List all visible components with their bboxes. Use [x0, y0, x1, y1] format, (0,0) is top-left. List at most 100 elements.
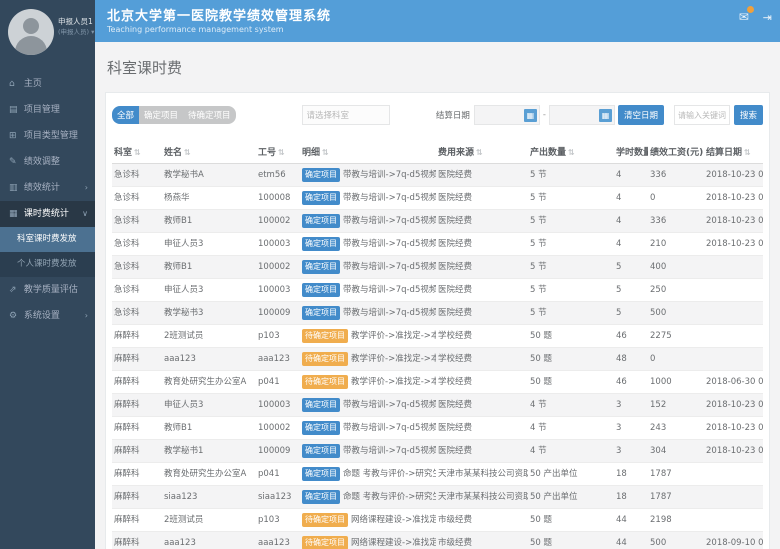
date-range-separator: - [543, 110, 546, 120]
clear-date-button[interactable]: 清空日期 [618, 105, 664, 125]
col-header-date[interactable]: 结算日期⇅ [704, 140, 763, 164]
cell-detail: 待确定项目教学评价->准找定->本科->无接收人 [300, 348, 436, 371]
cell-output: 50 题 [528, 325, 614, 348]
cell-output: 5 节 [528, 233, 614, 256]
date-to-field[interactable]: ▦ [549, 105, 615, 125]
sidebar-subitem-personal-course-fee[interactable]: 个人课时费发放 [0, 252, 95, 277]
col-header-empid[interactable]: 工号⇅ [256, 140, 300, 164]
project-status-badge: 确定项目 [302, 260, 340, 274]
filter-all-button[interactable]: 全部 [112, 106, 139, 124]
col-label: 明细 [302, 148, 320, 158]
cell-source: 医院经费 [436, 279, 528, 302]
cell-dept: 麻醉科 [112, 394, 162, 417]
cell-hours: 4 [614, 164, 648, 187]
cell-output: 50 题 [528, 348, 614, 371]
cell-date: 2018-10-23 00:00:00 [704, 233, 763, 256]
filter-pending-button[interactable]: 待确定项目 [183, 106, 236, 124]
detail-text: 带教与培训->7q-d5视频培训 [343, 239, 436, 249]
user-role-dropdown[interactable]: (申报人员) ▾ [58, 27, 94, 37]
cell-source: 市级经费 [436, 509, 528, 532]
cell-output: 50 产出单位 [528, 463, 614, 486]
project-status-badge: 确定项目 [302, 214, 340, 228]
col-header-hours[interactable]: 学时数量⇅ [614, 140, 648, 164]
sidebar-item-home[interactable]: ⌂ 主页 [0, 71, 95, 97]
department-select-input[interactable] [302, 105, 390, 125]
col-header-name[interactable]: 姓名⇅ [162, 140, 256, 164]
user-profile[interactable]: 申报人员1 (申报人员) ▾ [0, 0, 95, 67]
sidebar-subitem-dept-course-fee[interactable]: 科室课时费发放 [0, 227, 95, 252]
table-row: 麻醉科教学秘书1100009确定项目带教与培训->7q-d5视频培训医院经费4 … [112, 440, 763, 463]
project-status-badge: 确定项目 [302, 283, 340, 297]
cell-dept: 麻醉科 [112, 440, 162, 463]
search-button[interactable]: 搜索 [734, 105, 763, 125]
user-name: 申报人员1 [58, 17, 94, 27]
sidebar-item-label: 项目类型管理 [24, 131, 78, 141]
cell-output: 50 题 [528, 532, 614, 549]
cell-dept: 麻醉科 [112, 417, 162, 440]
sidebar-item-teaching-quality-eval[interactable]: ⇗ 教学质量评估 [0, 277, 95, 303]
col-header-wage[interactable]: 绩效工资(元)⇅ [648, 140, 704, 164]
project-status-badge: 确定项目 [302, 237, 340, 251]
cell-detail: 确定项目带教与培训->7q-d5视频培训 [300, 233, 436, 256]
sidebar-item-system-settings[interactable]: ⚙ 系统设置 › [0, 303, 95, 329]
message-icon[interactable]: ✉ [739, 10, 749, 24]
cell-output: 5 节 [528, 187, 614, 210]
cell-dept: 急诊科 [112, 256, 162, 279]
cell-output: 4 节 [528, 417, 614, 440]
chevron-right-icon: › [85, 175, 88, 201]
cell-wage: 400 [648, 256, 704, 279]
date-from-field[interactable]: ▦ [474, 105, 540, 125]
cell-detail: 待确定项目教学评价->准找定->本科->无接收人 [300, 325, 436, 348]
calendar-icon[interactable]: ▦ [599, 109, 612, 122]
sidebar-item-label: 绩效调整 [24, 157, 60, 167]
sort-icon: ⇅ [568, 148, 575, 157]
col-header-output[interactable]: 产出数量⇅ [528, 140, 614, 164]
filter-confirmed-button[interactable]: 确定项目 [139, 106, 183, 124]
cell-detail: 确定项目带教与培训->7q-d5视频培训 [300, 210, 436, 233]
cell-hours: 3 [614, 417, 648, 440]
cell-wage: 336 [648, 164, 704, 187]
cell-name: 2班测试员 [162, 325, 256, 348]
project-status-badge: 待确定项目 [302, 352, 348, 366]
date-to-input[interactable] [550, 111, 599, 120]
sidebar-item-performance-adjust[interactable]: ✎ 绩效调整 [0, 149, 95, 175]
sidebar-submenu: 科室课时费发放 个人课时费发放 [0, 227, 95, 277]
sidebar-item-project-type-management[interactable]: ⊞ 项目类型管理 [0, 123, 95, 149]
content-panel: 全部 确定项目 待确定项目 结算日期 ▦ - ▦ 清空日期 搜索 [105, 92, 770, 549]
cell-date [704, 348, 763, 371]
cell-empid: p041 [256, 463, 300, 486]
date-from-input[interactable] [475, 111, 524, 120]
calendar-icon[interactable]: ▦ [524, 109, 537, 122]
cell-name: 申征人员3 [162, 233, 256, 256]
col-header-dept[interactable]: 科室⇅ [112, 140, 162, 164]
sidebar-item-project-management[interactable]: ▤ 项目管理 [0, 97, 95, 123]
cell-detail: 确定项目带教与培训->7q-d5视频培训 [300, 164, 436, 187]
cell-name: 教学秘书A [162, 164, 256, 187]
cell-empid: 100002 [256, 417, 300, 440]
keyword-search-input[interactable] [674, 105, 730, 125]
cell-detail: 确定项目命题 考教与评价->研究生-其它-教师 [300, 486, 436, 509]
notification-badge [747, 6, 754, 13]
cell-date: 2018-10-23 00:00:00 [704, 417, 763, 440]
cell-empid: 100003 [256, 233, 300, 256]
logout-icon[interactable]: ⇥ [763, 11, 772, 24]
project-status-badge: 待确定项目 [302, 329, 348, 343]
col-header-detail[interactable]: 明细⇅ [300, 140, 436, 164]
project-status-badge: 待确定项目 [302, 375, 348, 389]
settlement-date-label: 结算日期 [436, 109, 470, 121]
cell-output: 50 产出单位 [528, 486, 614, 509]
sort-icon: ⇅ [184, 148, 191, 157]
project-status-badge: 待确定项目 [302, 513, 348, 527]
sidebar-item-performance-stats[interactable]: ▥ 绩效统计 › [0, 175, 95, 201]
sidebar-subitem-label: 个人课时费发放 [17, 259, 77, 269]
sidebar: 申报人员1 (申报人员) ▾ ⌂ 主页 ▤ 项目管理 ⊞ 项目类型管理 ✎ 绩效… [0, 0, 95, 549]
cell-empid: p103 [256, 509, 300, 532]
sidebar-item-course-fee-stats[interactable]: ▦ 课时费统计 ∨ [0, 201, 95, 227]
col-header-source[interactable]: 费用来源⇅ [436, 140, 528, 164]
cell-wage: 250 [648, 279, 704, 302]
detail-text: 带教与培训->7q-d5视频培训 [343, 262, 436, 272]
sidebar-item-label: 系统设置 [24, 311, 60, 321]
detail-text: 带教与培训->7q-d5视频培训 [343, 308, 436, 318]
table-row: 麻醉科教育处研究生办公室Ap041确定项目命题 考教与评价->研究生-其它-教师… [112, 463, 763, 486]
cell-hours: 18 [614, 486, 648, 509]
